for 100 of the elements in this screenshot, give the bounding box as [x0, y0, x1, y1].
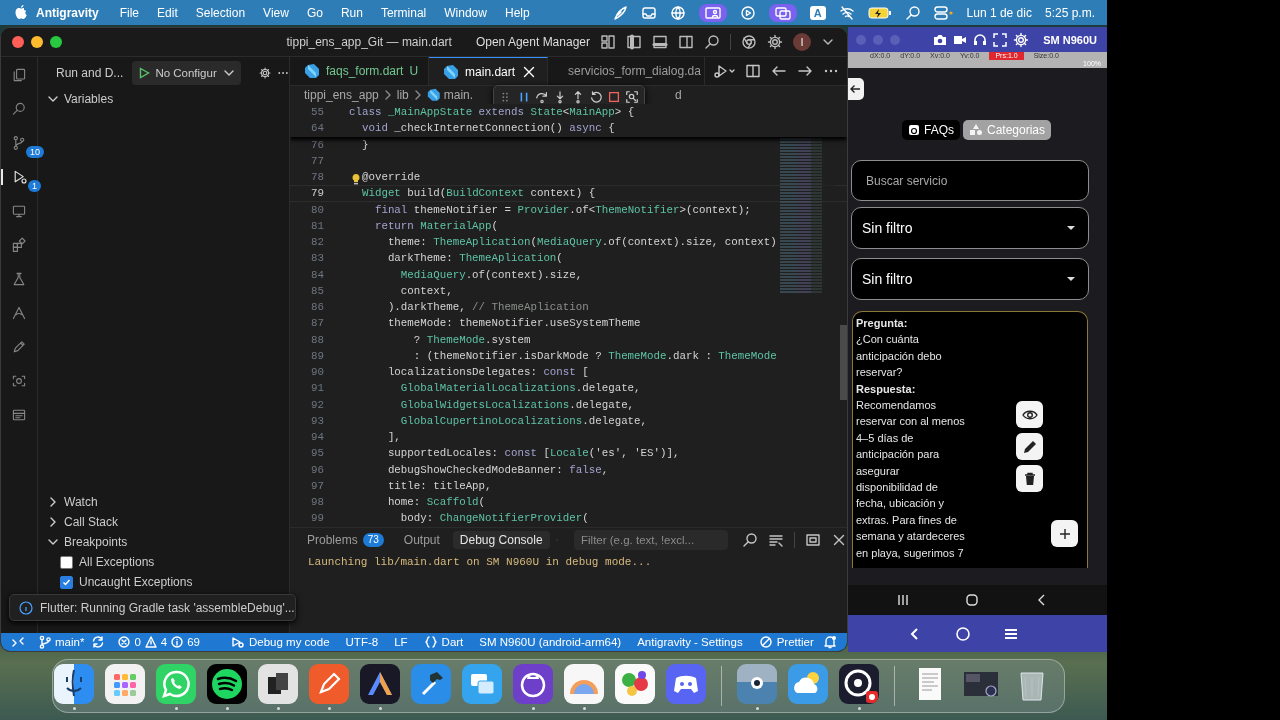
status-item[interactable]: Antigravity - Settings	[629, 633, 751, 651]
menu-item[interactable]: Window	[435, 5, 496, 20]
monitor-icon[interactable]	[11, 203, 27, 219]
section-header[interactable]: Variables	[38, 89, 289, 109]
list-filter-icon[interactable]	[768, 532, 784, 548]
lightbulb-icon[interactable]	[351, 173, 361, 186]
status-item[interactable]: Dart	[415, 633, 472, 651]
view-button[interactable]	[1016, 401, 1043, 428]
status-item[interactable]: LF	[386, 633, 416, 651]
chat-bubble-icon[interactable]	[156, 664, 196, 704]
breadcrumb-item[interactable]: main.	[443, 88, 474, 102]
checkbox[interactable]	[60, 575, 73, 589]
filter-dropdown[interactable]: Sin filtro	[851, 207, 1089, 249]
sync-icon[interactable]	[91, 635, 106, 649]
breadcrumb-item[interactable]: lib	[396, 88, 409, 102]
close-button[interactable]	[12, 36, 24, 48]
close-icon[interactable]	[831, 532, 847, 548]
app-grid-icon[interactable]	[105, 664, 145, 704]
controller-icon[interactable]	[666, 664, 706, 704]
panel-tab[interactable]: Problems 73	[300, 531, 391, 549]
zoom-button[interactable]	[50, 36, 62, 48]
ring-icon[interactable]	[839, 664, 879, 704]
play-circle-icon[interactable]	[739, 4, 756, 21]
maximize-icon[interactable]	[805, 532, 821, 548]
split-editor-icon[interactable]	[745, 63, 761, 79]
menu-item[interactable]: Run	[331, 5, 372, 20]
pen-nib-icon[interactable]	[309, 664, 349, 704]
apple-icon[interactable]	[14, 4, 28, 21]
section-header[interactable]: Breakpoints	[38, 532, 289, 552]
fullscreen-icon[interactable]	[993, 32, 1008, 47]
sound-waves-icon[interactable]	[207, 664, 247, 704]
inspect-icon[interactable]	[625, 90, 639, 104]
hammer-icon[interactable]	[411, 664, 451, 704]
window-icon[interactable]	[11, 407, 27, 423]
status-item[interactable]: SM N960U (android-arm64)	[471, 633, 630, 651]
filter-field[interactable]: Filter (e.g. text, !excl...	[574, 530, 728, 550]
restart-icon[interactable]	[589, 90, 603, 104]
menu-item[interactable]: Selection	[186, 5, 255, 20]
step-over-icon[interactable]	[535, 90, 549, 104]
stop-icon[interactable]	[607, 90, 621, 104]
status-item[interactable]: Prettier	[750, 633, 822, 651]
eye-icon[interactable]	[737, 664, 777, 704]
avatar[interactable]: I	[793, 33, 811, 51]
tray-icon[interactable]	[640, 4, 657, 21]
run-configuration-dropdown[interactable]: No Configur	[132, 61, 241, 85]
editor-tab[interactable]: main.dart	[429, 57, 549, 85]
tab-chip[interactable]: FAQs	[902, 120, 960, 140]
battery-charging-icon[interactable]	[867, 5, 892, 20]
feather-icon[interactable]	[611, 4, 628, 21]
menu-item[interactable]: Edit	[148, 5, 187, 20]
filter-dropdown[interactable]: Sin filtro	[851, 258, 1089, 300]
windows-icon[interactable]	[462, 664, 502, 704]
status-item[interactable]: UTF-8	[337, 633, 387, 651]
menu-item[interactable]: File	[110, 5, 149, 20]
sidebar-right-icon[interactable]	[678, 34, 694, 50]
status-item[interactable]: Debug my code	[223, 633, 338, 651]
windows-button[interactable]	[768, 3, 797, 22]
squares-icon[interactable]	[258, 664, 298, 704]
edit-button[interactable]	[1016, 433, 1043, 460]
delete-button[interactable]	[1016, 465, 1043, 492]
game-icon[interactable]	[615, 664, 655, 704]
menu-bar-date[interactable]: Lun 1 de dic	[966, 5, 1032, 20]
wifi-off-icon[interactable]	[838, 4, 855, 21]
headset-icon[interactable]	[973, 32, 988, 47]
menu-item[interactable]: Help	[495, 5, 539, 20]
panel-tab[interactable]: Output	[396, 531, 447, 549]
branch-status[interactable]: main*	[32, 633, 92, 651]
branch-icon[interactable]	[11, 135, 27, 151]
scan-icon[interactable]	[11, 373, 27, 389]
pen-icon[interactable]	[11, 339, 27, 355]
run-icon[interactable]	[711, 63, 735, 79]
checkbox[interactable]	[60, 555, 73, 569]
search-icon[interactable]	[742, 532, 758, 548]
sunrise-icon[interactable]	[564, 664, 604, 704]
home-icon[interactable]	[965, 593, 980, 607]
problems-status[interactable]: 0 4 69	[111, 633, 207, 651]
breadcrumb-item[interactable]: tippi_ens_app	[304, 88, 379, 102]
remote-icon[interactable]	[11, 635, 25, 649]
menu-item[interactable]: View	[254, 5, 298, 20]
search-field[interactable]: Buscar servicio	[851, 160, 1089, 201]
app-menu[interactable]: Antigravity	[28, 5, 111, 20]
search-icon[interactable]	[704, 34, 720, 50]
menu-icon[interactable]	[1003, 626, 1018, 641]
input-source[interactable]: A	[809, 5, 826, 20]
globe-icon[interactable]	[669, 4, 686, 21]
cat-icon[interactable]	[513, 664, 553, 704]
settings-icon[interactable]	[258, 65, 271, 81]
menu-item[interactable]: Go	[297, 5, 332, 20]
peak-icon[interactable]	[360, 664, 400, 704]
bell-icon[interactable]	[823, 635, 837, 649]
face-icon[interactable]	[54, 664, 94, 704]
peak-icon[interactable]	[11, 305, 27, 321]
settings-icon[interactable]	[767, 34, 783, 50]
cloud-sun-icon[interactable]	[788, 664, 828, 704]
play-bug-icon[interactable]	[12, 169, 28, 185]
flask-icon[interactable]	[11, 271, 27, 287]
recent-apps-icon[interactable]	[895, 593, 910, 607]
minimize-button[interactable]	[31, 36, 43, 48]
screen-share-button[interactable]	[698, 3, 727, 22]
tab-chip[interactable]: Categorias	[963, 120, 1052, 140]
